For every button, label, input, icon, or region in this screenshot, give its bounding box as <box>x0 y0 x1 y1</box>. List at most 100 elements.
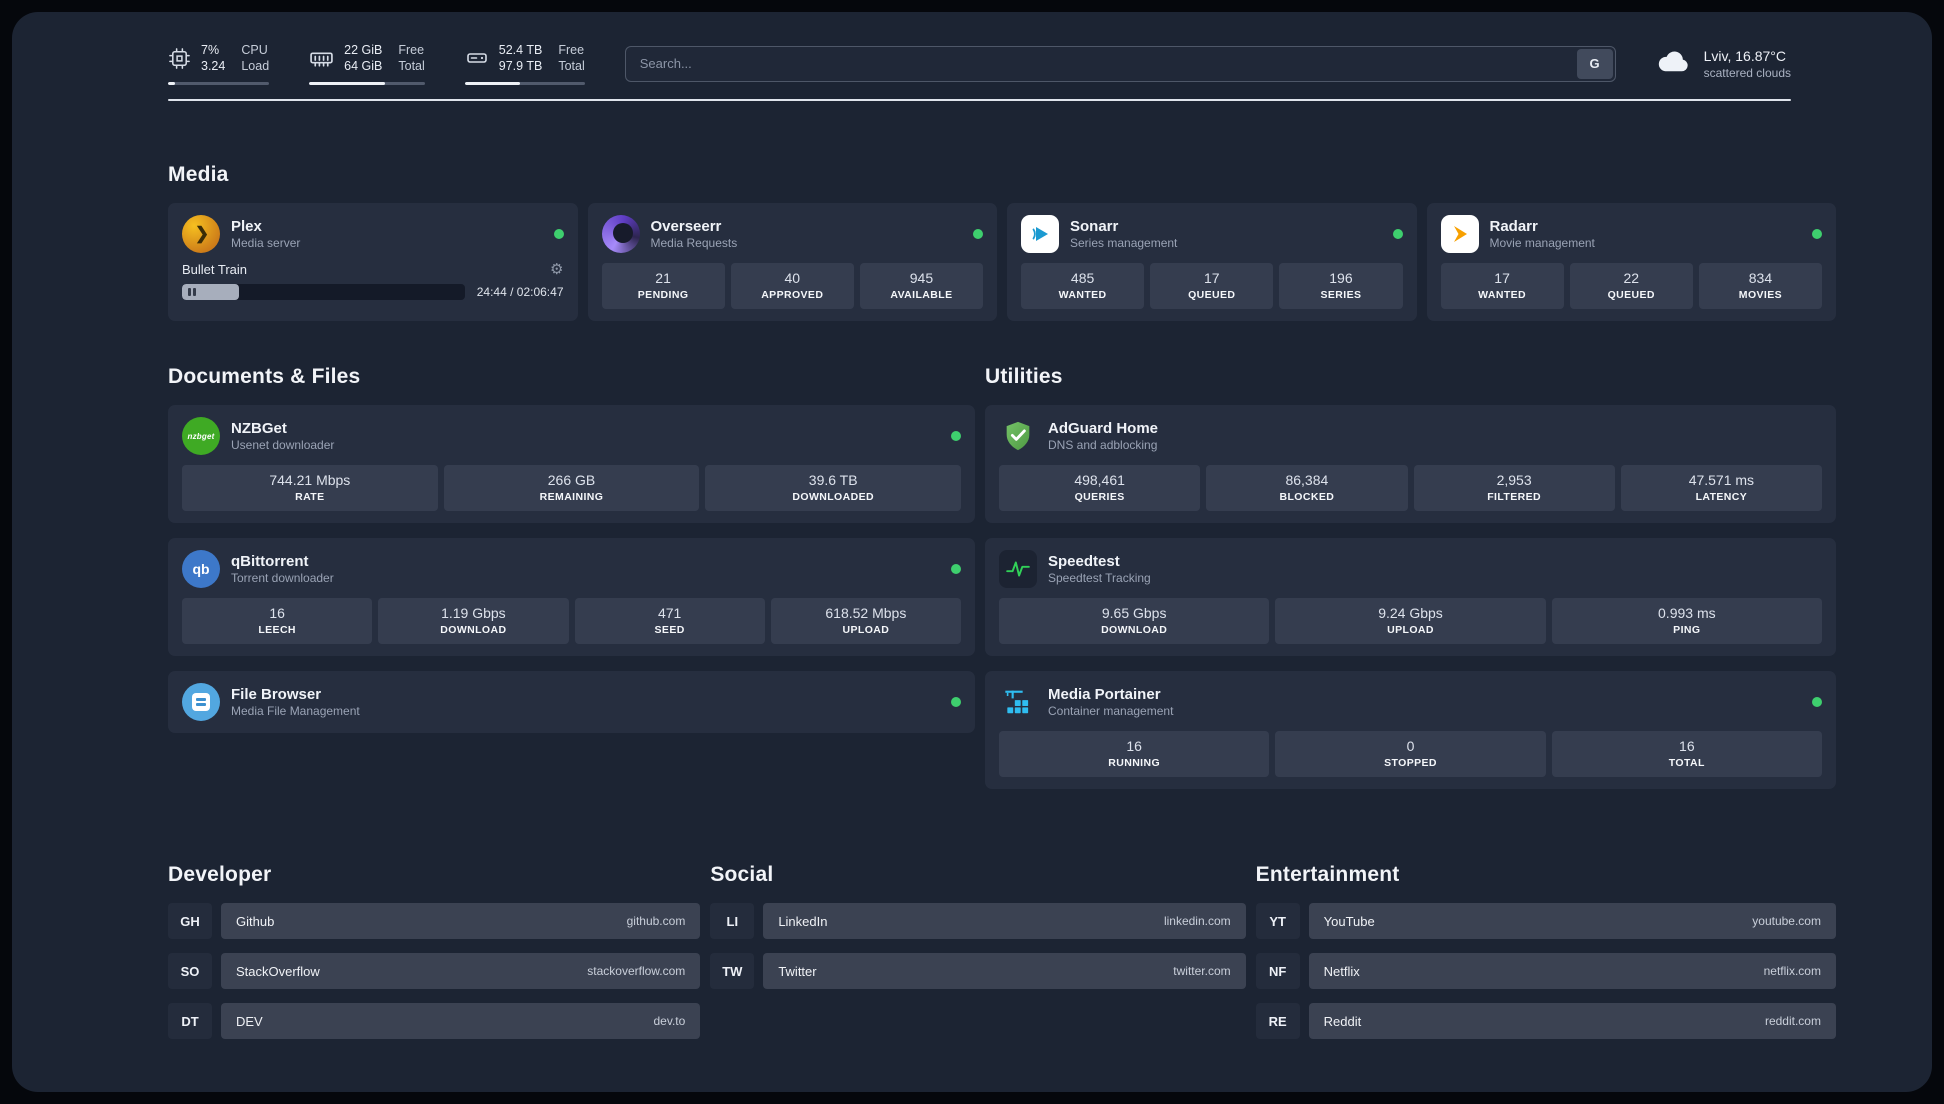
dashboard-root: 7% 3.24 CPU Load 22 GiB 64 GiB Free Tota… <box>12 12 1932 1092</box>
bookmarks-social: Social LI LinkedIn linkedin.com TW Twitte… <box>710 863 1246 1039</box>
cpu-icon <box>168 47 191 70</box>
status-online-dot <box>1812 229 1822 239</box>
stat-tile: 834 MOVIES <box>1698 263 1823 309</box>
playback-time: 24:44 / 02:06:47 <box>476 285 564 299</box>
stat-tile: 498,461 QUERIES <box>999 465 1201 511</box>
sonarr-icon <box>1021 215 1059 253</box>
nzbget-icon: nzbget <box>182 417 220 455</box>
bookmark-twitter[interactable]: TW Twitter twitter.com <box>710 953 1246 989</box>
stat-tile: 471 SEED <box>574 598 765 644</box>
stat-tile: 17 WANTED <box>1440 263 1564 309</box>
now-playing-title: Bullet Train <box>182 262 248 277</box>
service-name: Sonarr <box>1070 218 1119 235</box>
documents-column: Documents & Files nzbget NZBGet Usenet d… <box>168 365 975 789</box>
bookmark-linkedin[interactable]: LI LinkedIn linkedin.com <box>710 903 1246 939</box>
service-card-adguard[interactable]: AdGuard Home DNS and adblocking 498,461 Q… <box>985 405 1836 523</box>
stat-tile: 40 APPROVED <box>730 263 854 309</box>
service-subtitle: Series management <box>1070 236 1178 250</box>
weather-location: Lviv, 16.87°C <box>1703 47 1786 64</box>
cpu-load-label: Load <box>241 59 270 73</box>
bookmark-dev[interactable]: DT DEV dev.to <box>168 1003 701 1039</box>
service-name: qBittorrent <box>231 553 309 570</box>
section-title-developer: Developer <box>168 863 272 886</box>
section-title-entertainment: Entertainment <box>1255 863 1400 886</box>
portainer-icon <box>999 683 1037 721</box>
ram-usage-bar <box>309 82 425 85</box>
service-subtitle: Usenet downloader <box>231 438 335 452</box>
bookmark-stackoverflow[interactable]: SO StackOverflow stackoverflow.com <box>168 953 701 989</box>
disk-usage-bar <box>464 82 585 85</box>
bookmark-abbr: GH <box>168 903 212 939</box>
search-input[interactable] <box>624 45 1616 82</box>
stat-tile: 618.52 Mbps UPLOAD <box>770 598 961 644</box>
service-name: Media Portainer <box>1048 686 1161 703</box>
service-name: Plex <box>231 218 262 235</box>
stat-tile: 485 WANTED <box>1021 263 1145 309</box>
bookmark-netflix[interactable]: NF Netflix netflix.com <box>1255 953 1836 989</box>
cpu-load: 3.24 <box>201 59 226 73</box>
stat-tile: 0 STOPPED <box>1275 731 1546 777</box>
service-subtitle: DNS and adblocking <box>1048 438 1158 452</box>
bookmark-abbr: RE <box>1255 1003 1300 1039</box>
disk-widget: 52.4 TB 97.9 TB Free Total <box>464 42 585 85</box>
bookmark-abbr: YT <box>1255 903 1300 939</box>
stat-tile: 39.6 TB DOWNLOADED <box>705 465 962 511</box>
service-card-sonarr[interactable]: Sonarr Series management 485 WANTED 17 QUE… <box>1007 203 1417 321</box>
service-card-qbittorrent[interactable]: qb qBittorrent Torrent downloader 16 LEEC… <box>168 538 975 656</box>
service-card-nzbget[interactable]: nzbget NZBGet Usenet downloader 744.21 M… <box>168 405 975 523</box>
service-card-overseerr[interactable]: Overseerr Media Requests 21 PENDING 40 APP… <box>587 203 997 321</box>
stat-tile: 22 QUEUED <box>1569 263 1693 309</box>
disk-total-label: Total <box>558 59 585 73</box>
disk-total: 97.9 TB <box>498 59 543 73</box>
playback-progress-bar[interactable] <box>182 284 465 300</box>
bookmark-github[interactable]: GH Github github.com <box>168 903 701 939</box>
pause-icon[interactable] <box>188 288 196 296</box>
service-card-radarr[interactable]: Radarr Movie management 17 WANTED 22 QUEUE… <box>1426 203 1836 321</box>
service-card-filebrowser[interactable]: File Browser Media File Management <box>168 671 975 733</box>
search-bar: G <box>624 45 1616 82</box>
cpu-label: CPU <box>241 43 268 57</box>
service-subtitle: Torrent downloader <box>231 571 334 585</box>
disk-free-label: Free <box>558 43 585 57</box>
status-online-dot <box>1392 229 1403 239</box>
weather-widget: Lviv, 16.87°C scattered clouds <box>1656 47 1791 81</box>
bookmark-reddit[interactable]: RE Reddit reddit.com <box>1255 1003 1836 1039</box>
status-online-dot <box>951 431 961 441</box>
bookmarks-entertainment: Entertainment YT YouTube youtube.com NF N… <box>1255 863 1836 1039</box>
service-subtitle: Container management <box>1048 704 1174 718</box>
radarr-icon <box>1440 215 1479 253</box>
service-card-portainer[interactable]: Media Portainer Container management 16 R… <box>985 671 1836 789</box>
utilities-column: Utilities AdGuard Home DNS and adblockin… <box>985 365 1836 789</box>
stat-tile: 9.24 Gbps UPLOAD <box>1275 598 1546 644</box>
stat-tile: 1.19 Gbps DOWNLOAD <box>378 598 569 644</box>
ram-widget: 22 GiB 64 GiB Free Total <box>309 42 425 85</box>
bookmark-youtube[interactable]: YT YouTube youtube.com <box>1255 903 1836 939</box>
filebrowser-icon <box>182 683 220 721</box>
stat-tile: 266 GB REMAINING <box>443 465 700 511</box>
adguard-icon <box>999 417 1037 455</box>
bookmarks-developer: Developer GH Github github.com SO StackOv… <box>168 863 701 1039</box>
service-subtitle: Media server <box>231 236 301 250</box>
service-name: AdGuard Home <box>1048 420 1159 437</box>
qbittorrent-icon: qb <box>182 550 220 588</box>
bookmark-abbr: NF <box>1255 953 1300 989</box>
service-card-plex[interactable]: ❯ Plex Media server Bullet Train ⚙ 24:44… <box>168 203 578 321</box>
stat-tile: 16 LEECH <box>182 598 373 644</box>
weather-condition: scattered clouds <box>1703 65 1791 80</box>
media-card-row: ❯ Plex Media server Bullet Train ⚙ 24:44… <box>168 203 1836 321</box>
service-card-speedtest[interactable]: Speedtest Speedtest Tracking 9.65 Gbps DO… <box>985 538 1836 656</box>
cpu-usage-bar <box>168 82 270 85</box>
disk-icon <box>465 46 489 70</box>
ram-free-label: Free <box>398 43 425 57</box>
section-title-utilities: Utilities <box>985 365 1063 388</box>
stat-tile: 17 QUEUED <box>1150 263 1274 309</box>
cpu-percent: 7% <box>201 43 220 57</box>
search-engine-button[interactable]: G <box>1576 48 1613 79</box>
stat-tile: 945 AVAILABLE <box>859 263 984 309</box>
settings-gear-icon[interactable]: ⚙ <box>550 262 563 277</box>
ram-free: 22 GiB <box>344 43 383 57</box>
section-title-media: Media <box>168 163 229 186</box>
overseerr-icon <box>601 215 640 253</box>
bookmark-abbr: TW <box>710 953 755 989</box>
stat-tile: 744.21 Mbps RATE <box>182 465 438 511</box>
